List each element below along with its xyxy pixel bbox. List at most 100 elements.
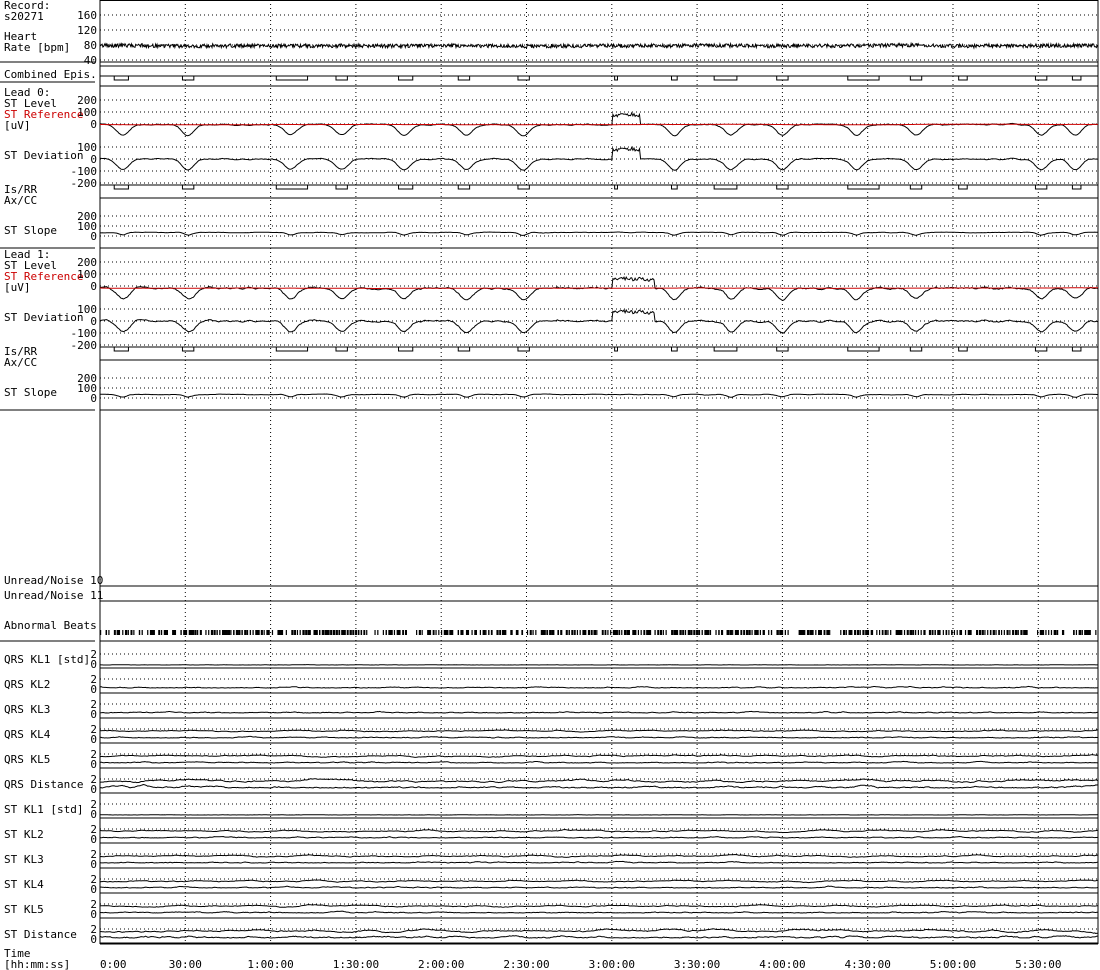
abnormal-beat-mark <box>1000 630 1003 635</box>
abnormal-beat-mark <box>1078 630 1081 635</box>
abnormal-beat-mark <box>826 630 830 635</box>
abnormal-beat-mark <box>787 630 789 635</box>
abnormal-beat-mark <box>277 630 281 635</box>
abnormal-beat-mark <box>208 630 210 635</box>
abnormal-beat-mark <box>271 630 274 635</box>
abnormal-beat-mark <box>945 630 948 635</box>
abnormal-beat-mark <box>152 630 155 635</box>
abnormal-beat-mark <box>141 630 143 635</box>
lead0-episode-marker <box>958 184 968 190</box>
lead1-slope-tick-label: 0 <box>90 392 97 405</box>
abnormal-beat-mark <box>343 630 346 635</box>
abnormal-beat-mark <box>729 630 732 635</box>
abnormal-beat-mark <box>621 630 623 635</box>
episode-marker <box>713 75 738 81</box>
abnormal-beat-mark <box>122 630 124 635</box>
abnormal-beat-mark <box>818 630 822 635</box>
lead0-slope-tick-label: 0 <box>90 230 97 243</box>
abnormal-beat-mark <box>399 630 401 635</box>
abnormal-beat-mark <box>903 630 906 635</box>
episode-marker <box>457 75 471 81</box>
lead1-episode-marker <box>776 346 789 352</box>
episode-marker <box>958 75 968 81</box>
lead0-st-deviation-label: ST Deviation <box>4 149 83 162</box>
abnormal-beat-mark <box>166 630 169 635</box>
lead0-episode-marker <box>776 184 789 190</box>
abnormal-beat-mark <box>671 630 674 635</box>
unread-noise-11-label: Unread/Noise 11 <box>4 589 103 602</box>
abnormal-beat-mark <box>557 630 560 635</box>
abnormal-beat-mark <box>241 630 243 635</box>
abnormal-beat-mark <box>233 630 235 635</box>
abnormal-beat-mark <box>210 630 214 635</box>
kl-trace <box>99 735 1099 739</box>
abnormal-beat-mark <box>859 630 861 635</box>
abnormal-beat-mark <box>909 630 913 635</box>
episode-marker <box>181 75 195 81</box>
episode-marker <box>1071 75 1082 81</box>
lead0-episode-marker <box>275 184 309 190</box>
abnormal-beat-mark <box>804 630 806 635</box>
lead1-episode-marker <box>958 346 968 352</box>
lead1-unit-label: [uV] <box>4 281 31 294</box>
abnormal-beat-mark <box>623 630 627 635</box>
abnormal-beat-mark <box>590 630 593 635</box>
abnormal-beat-mark <box>690 630 693 635</box>
abnormal-beat-mark <box>510 630 513 635</box>
abnormal-beat-mark <box>1056 630 1059 635</box>
kl-row-label: QRS KL2 <box>4 678 50 691</box>
abnormal-beat-mark <box>263 630 265 635</box>
abnormal-beat-mark <box>402 630 405 635</box>
kl-tick-label: 0 <box>90 658 97 671</box>
lead0-episode-marker <box>398 184 414 190</box>
abnormal-beat-mark <box>346 630 349 635</box>
abnormal-beat-mark <box>158 630 161 635</box>
abnormal-beat-mark <box>768 630 770 635</box>
abnormal-beat-mark <box>662 630 664 635</box>
abnormal-beat-mark <box>321 630 325 635</box>
lead0-episode-marker <box>671 184 678 190</box>
abnormal-beat-mark <box>1023 630 1027 635</box>
abnormal-beat-mark <box>1073 630 1075 635</box>
abnormal-beat-mark <box>901 630 903 635</box>
kl-trace <box>99 835 1099 839</box>
time-tick-label: 2:30:00 <box>503 958 549 970</box>
heart-rate-unit-label: Rate [bpm] <box>4 41 70 54</box>
lead0-episode-marker <box>1071 184 1082 190</box>
abnormal-beat-mark <box>535 630 537 635</box>
heart-rate-tick-label: 80 <box>84 39 97 52</box>
abnormal-beat-mark <box>601 630 604 635</box>
kl-tick-label: 0 <box>90 933 97 946</box>
kl-tick-label: 0 <box>90 683 97 696</box>
abnormal-beat-mark <box>396 630 400 635</box>
abnormal-beat-mark <box>100 630 102 635</box>
abnormal-beat-mark <box>640 630 642 635</box>
abnormal-beat-mark <box>335 630 338 635</box>
abnormal-beat-mark <box>587 630 591 635</box>
abnormal-beat-mark <box>327 630 330 635</box>
abnormal-beat-mark <box>532 630 534 635</box>
kl-row-label: ST KL4 <box>4 878 44 891</box>
abnormal-beat-mark <box>898 630 902 635</box>
abnormal-beat-mark <box>626 630 630 635</box>
abnormal-beat-mark <box>560 630 563 635</box>
lead0-st-reference-trace <box>100 123 1099 126</box>
abnormal-beat-mark <box>820 630 822 635</box>
abnormal-beat-mark <box>446 630 449 635</box>
abnormal-beat-mark <box>579 630 581 635</box>
abnormal-beat-mark <box>1039 630 1043 635</box>
episode-marker <box>909 75 923 81</box>
abnormal-beat-mark <box>696 630 699 635</box>
abnormal-beat-mark <box>912 630 915 635</box>
episode-marker <box>335 75 348 81</box>
abnormal-beat-mark <box>382 630 384 635</box>
abnormal-beat-mark <box>917 630 920 635</box>
abnormal-beat-mark <box>978 630 982 635</box>
episode-marker <box>847 75 880 81</box>
abnormal-beats-label: Abnormal Beats <box>4 619 97 632</box>
abnormal-beat-mark <box>205 630 207 635</box>
abnormal-beat-mark <box>219 630 221 635</box>
time-axis-unit-label: [hh:mm:ss] <box>4 958 70 970</box>
abnormal-beat-mark <box>635 630 637 635</box>
abnormal-beat-mark <box>258 630 260 635</box>
